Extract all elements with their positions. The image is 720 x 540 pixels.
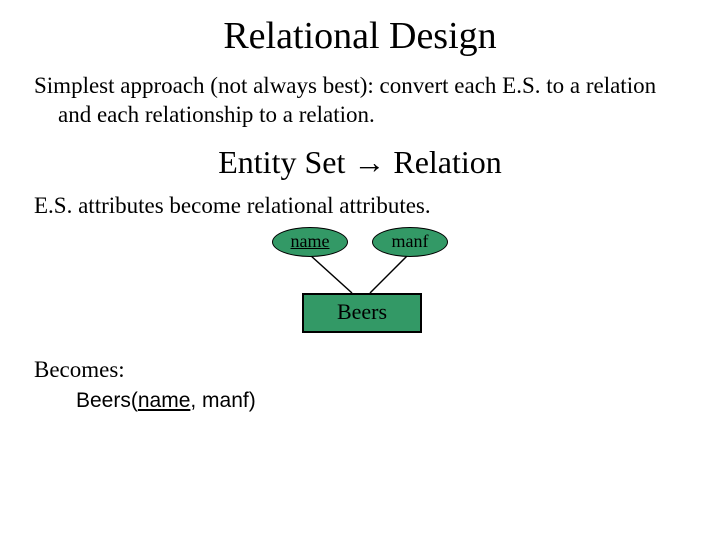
subheading-right: Relation bbox=[385, 144, 501, 180]
attribute-oval-name: name bbox=[272, 227, 348, 257]
entity-rect-beers: Beers bbox=[302, 293, 422, 333]
intro-text: Simplest approach (not always best): con… bbox=[34, 72, 686, 130]
schema-relation-name: Beers( bbox=[76, 389, 138, 412]
subheading-left: Entity Set bbox=[218, 144, 353, 180]
entity-label: Beers bbox=[337, 299, 387, 324]
attribute-name-label: name bbox=[291, 231, 330, 251]
attribute-oval-manf: manf bbox=[372, 227, 448, 257]
attribute-manf-label: manf bbox=[392, 231, 429, 251]
attributes-line: E.S. attributes become relational attrib… bbox=[34, 193, 686, 219]
arrow-icon: → bbox=[353, 144, 385, 180]
slide-title: Relational Design bbox=[34, 14, 686, 58]
becomes-label: Becomes: bbox=[34, 357, 686, 383]
relation-schema: Beers(name, manf) bbox=[76, 389, 686, 413]
schema-primary-key: name bbox=[138, 389, 191, 412]
subheading: Entity Set → Relation bbox=[34, 144, 686, 181]
schema-rest: , manf) bbox=[190, 389, 255, 412]
slide: Relational Design Simplest approach (not… bbox=[0, 0, 720, 540]
er-diagram: name manf Beers bbox=[210, 227, 510, 347]
